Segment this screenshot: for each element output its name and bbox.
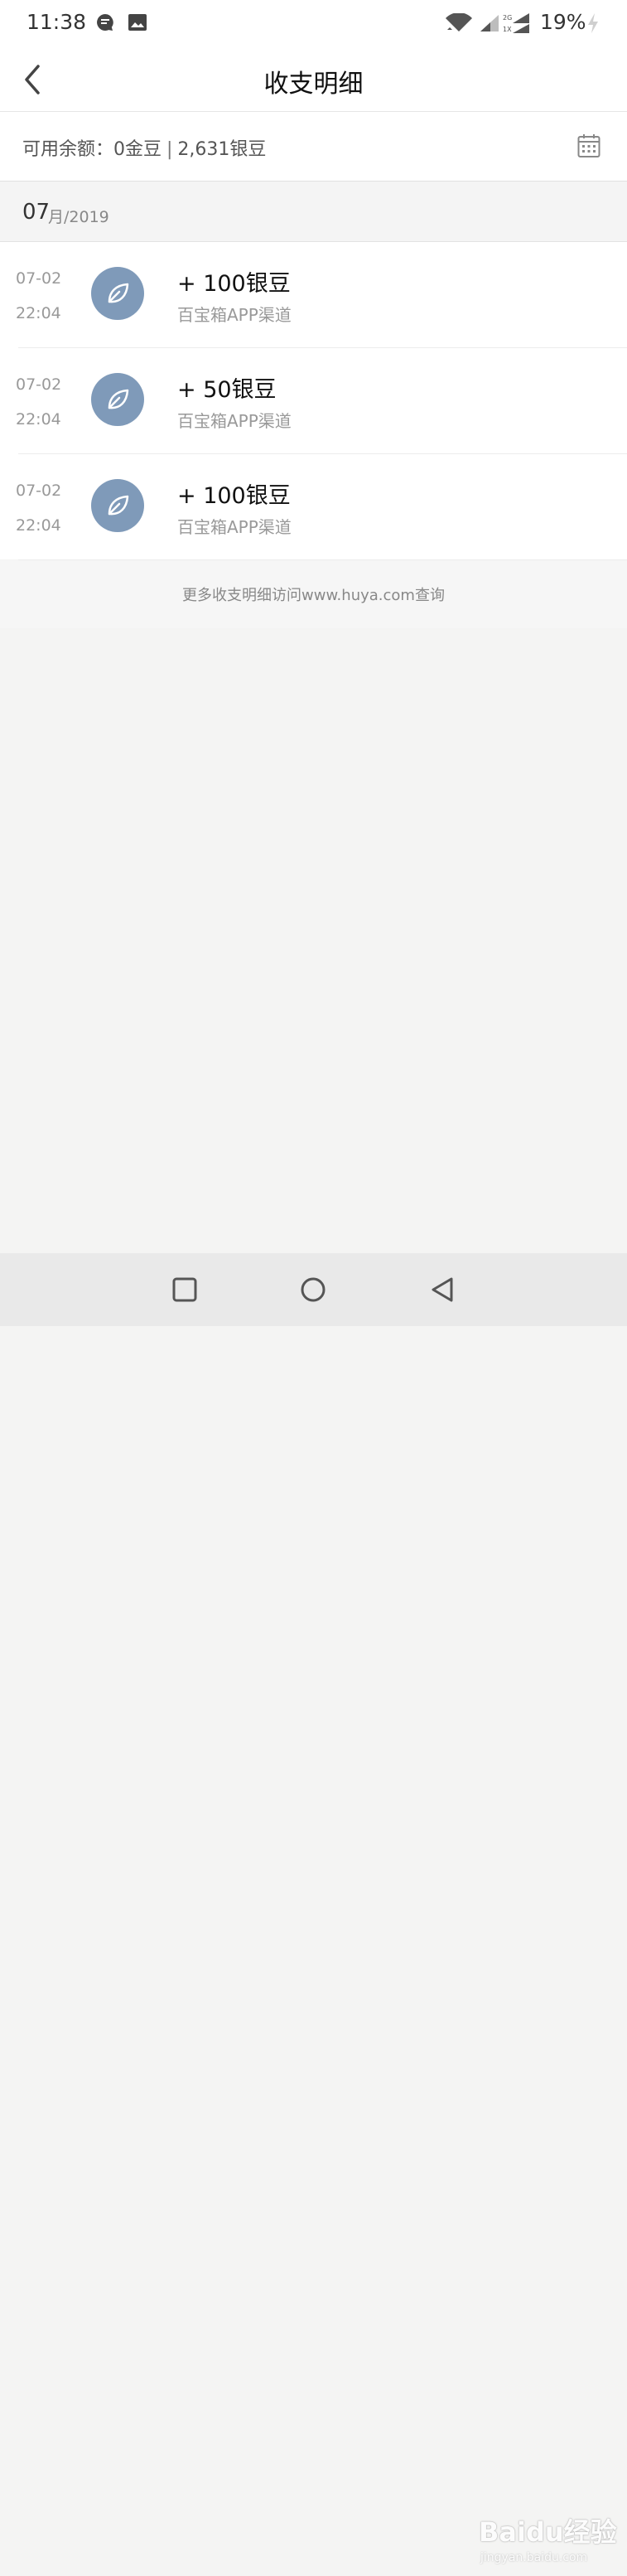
- leaf-icon: [108, 283, 129, 303]
- transaction-channel: 百宝箱APP渠道: [177, 411, 292, 431]
- transaction-list: 07-02 22:04 + 100银豆 百宝箱APP渠道 07-02 22:04…: [0, 242, 627, 560]
- transaction-time: 22:04: [16, 410, 61, 429]
- svg-text:2G: 2G: [503, 14, 512, 22]
- transaction-amount: + 100银豆: [177, 483, 291, 509]
- home-button[interactable]: [300, 1276, 326, 1303]
- status-bar: 11:38 2G 1X 19%: [0, 0, 627, 46]
- footer-note-text: 更多收支明细访问www.huya.com查询: [182, 587, 445, 604]
- transaction-amount: + 50银豆: [177, 377, 277, 403]
- transaction-date: 07-02: [16, 269, 62, 288]
- image-icon: [128, 14, 147, 31]
- status-time: 11:38: [27, 10, 87, 34]
- transaction-row[interactable]: 07-02 22:04 + 50银豆 百宝箱APP渠道: [16, 348, 627, 454]
- transaction-date: 07-02: [16, 482, 62, 500]
- page-title: 收支明细: [263, 70, 364, 99]
- back-triangle-icon: [432, 1277, 453, 1302]
- signal-icon: [480, 15, 499, 31]
- svg-text:1X: 1X: [503, 26, 512, 33]
- baidu-jingyan-watermark: Baidu经验 jingyan.baidu.com: [479, 2508, 617, 2576]
- transaction-time: 22:04: [16, 516, 61, 535]
- calendar-icon: [577, 134, 600, 157]
- leaf-icon: [108, 389, 129, 409]
- month-header: 07 月/2019: [0, 182, 627, 242]
- signal-2g-1x-icon: 2G 1X: [503, 13, 529, 33]
- watermark-logo: Baidu经验: [479, 2516, 617, 2548]
- month-year-suffix: 月/2019: [48, 208, 109, 226]
- transaction-avatar: [91, 373, 144, 426]
- recents-button[interactable]: [171, 1276, 198, 1303]
- watermark-url: jingyan.baidu.com: [480, 2551, 588, 2564]
- transaction-amount: + 100银豆: [177, 271, 291, 297]
- transaction-time: 22:04: [16, 304, 61, 322]
- charging-icon: [588, 13, 598, 33]
- transaction-date: 07-02: [16, 375, 62, 394]
- silver-balance: 2,631银豆: [177, 139, 267, 160]
- home-circle-icon: [301, 1277, 326, 1302]
- footer-note: 更多收支明细访问www.huya.com查询: [0, 560, 627, 628]
- transaction-channel: 百宝箱APP渠道: [177, 305, 292, 325]
- app-bar: 收支明细: [0, 46, 627, 112]
- transaction-row[interactable]: 07-02 22:04 + 100银豆 百宝箱APP渠道: [16, 242, 627, 348]
- transaction-channel: 百宝箱APP渠道: [177, 517, 292, 537]
- recents-square-icon: [172, 1277, 197, 1302]
- transaction-avatar: [91, 479, 144, 532]
- calendar-button[interactable]: [577, 133, 600, 158]
- balance-summary: 可用余额：0金豆 | 2,631银豆: [22, 134, 266, 161]
- month-number: 07: [22, 200, 51, 225]
- system-nav-bar: Baidu经验 jingyan.baidu.com: [0, 1253, 627, 2564]
- system-back-button[interactable]: [429, 1276, 456, 1304]
- gold-balance: 可用余额：0金豆: [22, 139, 162, 160]
- balance-bar: 可用余额：0金豆 | 2,631银豆: [0, 112, 627, 182]
- transaction-row[interactable]: 07-02 22:04 + 100银豆 百宝箱APP渠道: [16, 454, 627, 560]
- balance-separator: |: [166, 139, 173, 160]
- transaction-avatar: [91, 267, 144, 320]
- leaf-icon: [108, 495, 129, 516]
- wifi-icon: [446, 13, 472, 31]
- chat-notification-icon: [97, 14, 113, 31]
- battery-percent: 19%: [540, 10, 586, 34]
